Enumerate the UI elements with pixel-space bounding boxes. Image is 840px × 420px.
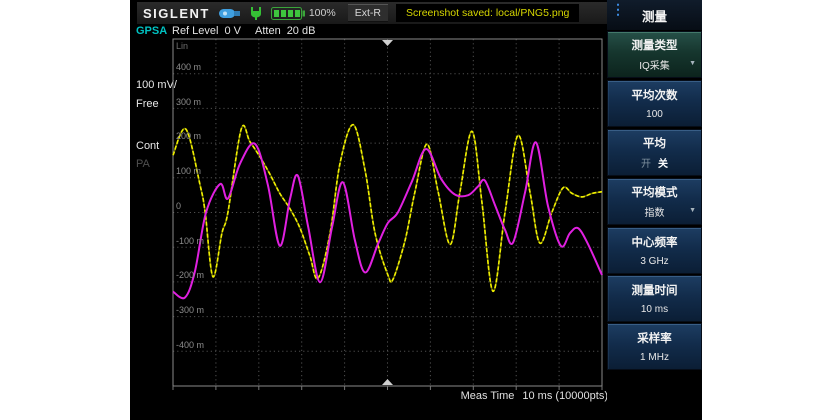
- softkey-avg-mode[interactable]: 平均模式 指数 ▼: [607, 178, 702, 225]
- toggle-off-option: 关: [658, 159, 668, 170]
- battery-icon: [271, 7, 305, 20]
- trigger-label: Free: [136, 98, 159, 110]
- softkey-avg-count[interactable]: 平均次数 100: [607, 80, 702, 127]
- scale-per-div-label: 100 mV/: [136, 79, 177, 91]
- power-plug-icon: [250, 7, 262, 20]
- sweep-mode-label: Cont: [136, 140, 159, 152]
- screenshot-canvas: SIGLENT 100% Ext-R Screenshot sa: [0, 0, 840, 420]
- y-axis-label: -300 m: [176, 306, 204, 315]
- y-axis-label: 0: [176, 202, 181, 211]
- y-axis-label: -200 m: [176, 271, 204, 280]
- atten-readout: Atten 20 dB: [255, 25, 315, 39]
- y-axis-label: -100 m: [176, 237, 204, 246]
- preamp-label: PA: [136, 158, 150, 170]
- meas-time-value: 10 ms (10000pts): [522, 390, 608, 402]
- meas-time-label: Meas Time: [461, 390, 515, 402]
- ref-level-readout: Ref Level 0 V: [172, 25, 241, 39]
- y-axis-label: 200 m: [176, 132, 201, 141]
- chevron-down-icon: ▼: [689, 207, 696, 214]
- softkey-meas-time[interactable]: 测量时间 10 ms: [607, 275, 702, 322]
- usb-icon: [219, 8, 241, 19]
- softkey-menu: ⋮ 测量 测量类型 IQ采集 ▼ 平均次数 100 平均 开关 平均模式 指数 …: [607, 0, 702, 420]
- y-axis-label: 100 m: [176, 167, 201, 176]
- toggle-on-option: 开: [641, 159, 651, 170]
- softkey-average-toggle[interactable]: 平均 开关: [607, 129, 702, 176]
- status-bar: SIGLENT 100% Ext-R Screenshot sa: [137, 2, 607, 24]
- mode-badge: GPSA: [136, 25, 167, 39]
- atten-label: Atten: [255, 25, 281, 37]
- ref-level-value: 0 V: [224, 25, 241, 37]
- ref-level-label: Ref Level: [172, 25, 218, 37]
- menu-title: 测量: [642, 6, 667, 25]
- y-axis-label: -400 m: [176, 341, 204, 350]
- kebab-menu-icon[interactable]: ⋮: [611, 4, 621, 25]
- scale-type-label: Lin: [176, 42, 188, 51]
- chevron-down-icon: ▼: [689, 60, 696, 67]
- softkey-sample-rate[interactable]: 采样率 1 MHz: [607, 323, 702, 370]
- ext-ref-badge: Ext-R: [348, 4, 388, 22]
- screenshot-saved-message: Screenshot saved: local/PNG5.png: [396, 4, 579, 22]
- softkey-center-freq[interactable]: 中心频率 3 GHz: [607, 227, 702, 274]
- menu-header: ⋮ 测量: [607, 0, 702, 30]
- y-axis-label: 400 m: [176, 63, 201, 72]
- meas-time-readout: Meas Time 10 ms (10000pts): [461, 390, 608, 402]
- battery-percent: 100%: [309, 7, 336, 19]
- softkey-meas-type[interactable]: 测量类型 IQ采集 ▼: [607, 31, 702, 78]
- atten-value: 20 dB: [287, 25, 316, 37]
- siglent-logo: SIGLENT: [143, 6, 210, 21]
- y-axis-label: 300 m: [176, 98, 201, 107]
